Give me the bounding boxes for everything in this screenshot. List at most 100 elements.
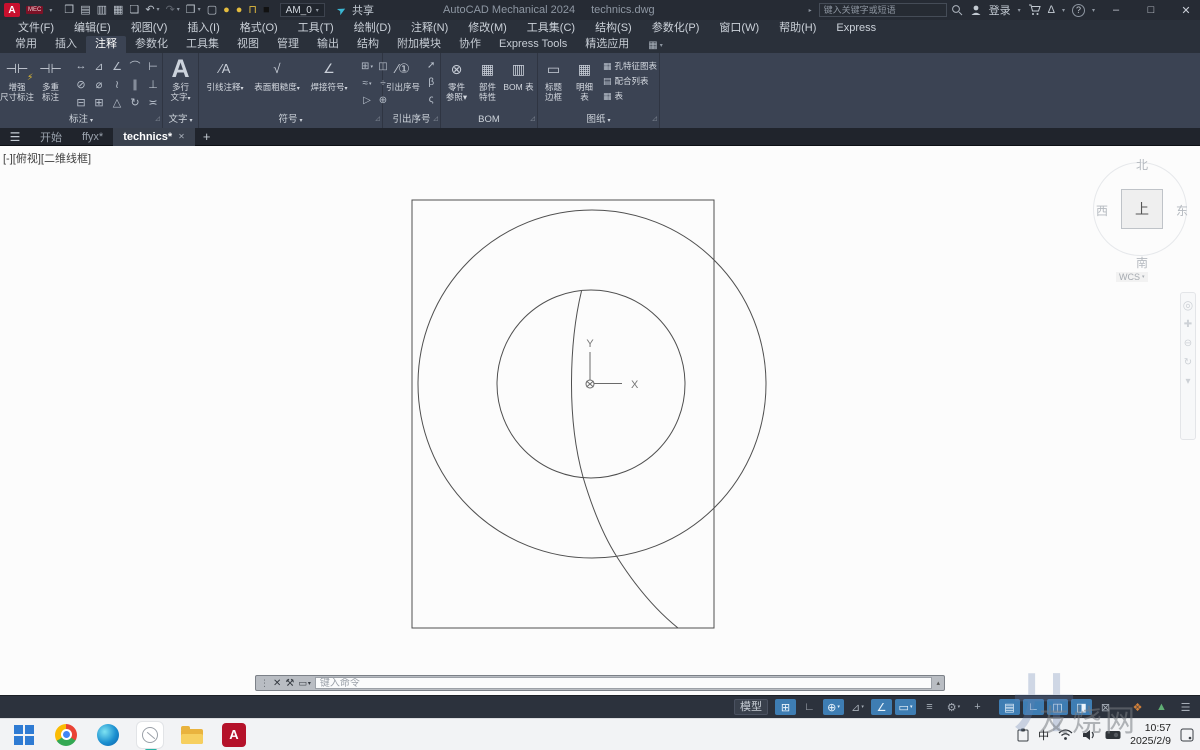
menu-item-6[interactable]: 工具(T): [288, 20, 344, 36]
file-tab-2[interactable]: ffyx*: [72, 128, 113, 146]
zoom-icon[interactable]: ⊖: [1184, 339, 1192, 349]
ribbon-tab-6[interactable]: 视图: [228, 36, 268, 53]
orbit-icon[interactable]: ↻: [1184, 358, 1192, 368]
chrome-icon[interactable]: [52, 721, 80, 749]
wifi-icon[interactable]: [1058, 729, 1073, 741]
perpendicular-dim-icon[interactable]: ⊥: [144, 75, 162, 93]
ribbon-tab-11[interactable]: 协作: [450, 36, 490, 53]
ordinate-dim-icon[interactable]: ⊢: [144, 57, 162, 75]
layer-on-bulb-icon[interactable]: ●: [223, 0, 230, 20]
search-input[interactable]: [819, 3, 947, 17]
slope-dim-icon[interactable]: △: [108, 93, 126, 111]
signin-caret-icon[interactable]: ▾: [1018, 7, 1021, 14]
panel-launcher-icon[interactable]: ◿: [530, 112, 535, 126]
datum-target-icon[interactable]: ▷: [359, 92, 375, 109]
leader-note-button[interactable]: ∕A引线注释▾: [199, 56, 251, 93]
collapse-arrow-icon[interactable]: ▸: [809, 7, 812, 14]
panel-launcher-icon[interactable]: ◿: [433, 112, 438, 126]
tab-close-icon[interactable]: ✕: [178, 132, 185, 141]
ribbon-tab-8[interactable]: 输出: [308, 36, 348, 53]
new-drawing-tab-button[interactable]: +: [203, 129, 211, 144]
break-dim-icon[interactable]: ⊟: [72, 93, 90, 111]
panel-footer-text[interactable]: 文字▾: [163, 113, 198, 128]
user-icon[interactable]: [970, 4, 982, 16]
command-line[interactable]: ⋮ ✕ ⚒ ▭ ▾ ▴: [255, 675, 945, 691]
fullscreen-menu-icon[interactable]: ☰: [1175, 699, 1196, 715]
restore-button[interactable]: □: [1137, 0, 1165, 20]
viewcube-north[interactable]: 北: [1090, 156, 1194, 173]
viewcube-south[interactable]: 南: [1090, 254, 1194, 271]
balloon-beta-icon[interactable]: β: [427, 75, 435, 89]
file-tabs-menu-icon[interactable]: ☰: [0, 130, 30, 144]
autodesk-app-icon[interactable]: Δ: [1048, 4, 1055, 16]
menu-item-13[interactable]: 窗口(W): [709, 20, 769, 36]
aligned-dim-icon[interactable]: ⊿: [90, 57, 108, 75]
diameter-dim-icon[interactable]: ⌀: [90, 75, 108, 93]
osnap-icon[interactable]: ⊕▾: [823, 699, 844, 715]
projector-icon[interactable]: [1105, 729, 1121, 741]
ribbon-tab-10[interactable]: 附加模块: [388, 36, 450, 53]
jogged-dim-icon[interactable]: ≀: [108, 75, 126, 93]
volume-icon[interactable]: [1082, 729, 1096, 741]
bom-table-button[interactable]: ▥BOM 表: [503, 56, 534, 102]
dynamic-input-icon[interactable]: ▭▾: [895, 699, 916, 715]
command-customize-icon[interactable]: ⚒: [285, 678, 294, 689]
print-preview-icon[interactable]: ❏: [129, 0, 139, 20]
recent-commands-icon[interactable]: ▭ ▾: [298, 678, 311, 689]
ribbon-tab-7[interactable]: 管理: [268, 36, 308, 53]
frame-rect[interactable]: [412, 200, 714, 628]
menu-item-10[interactable]: 工具集(C): [517, 20, 585, 36]
component-props-button[interactable]: ▦部件特性: [472, 56, 503, 102]
layer-unlock-icon[interactable]: ⊓: [248, 0, 257, 20]
file-tab-1[interactable]: 开始: [30, 128, 72, 146]
view-accent-icon[interactable]: ▲: [1151, 699, 1172, 715]
snap-mode-icon[interactable]: ⊞: [775, 699, 796, 715]
menu-item-5[interactable]: 格式(O): [230, 20, 288, 36]
inner-circle[interactable]: [497, 290, 685, 478]
panel-footer-dimension[interactable]: 标注▾ ◿: [0, 113, 162, 128]
ortho-icon[interactable]: ∟: [799, 699, 820, 715]
close-button[interactable]: ✕: [1172, 0, 1200, 20]
panel-footer-symbols[interactable]: 符号▾ ◿: [199, 113, 382, 128]
radius-dim-icon[interactable]: ⊘: [72, 75, 90, 93]
ucs-icon[interactable]: [586, 352, 622, 388]
fits-list-item[interactable]: ▤配合列表: [603, 75, 657, 87]
ribbon-tab-5[interactable]: 工具集: [177, 36, 228, 53]
save-icon[interactable]: ▤: [80, 0, 90, 20]
title-border-button[interactable]: ▭标题边框: [538, 56, 569, 102]
navigation-bar[interactable]: ◎✚⊖↻▾: [1180, 292, 1196, 440]
menu-item-7[interactable]: 绘制(D): [344, 20, 401, 36]
open-file-icon[interactable]: ❒: [64, 0, 74, 20]
cart-icon[interactable]: [1028, 4, 1041, 16]
command-input[interactable]: [315, 677, 933, 689]
minimize-button[interactable]: –: [1102, 0, 1130, 20]
search-icon[interactable]: [951, 4, 963, 16]
plot-icon[interactable]: ▦: [113, 0, 123, 20]
multiple-dimension-button[interactable]: ⊣⊢ 多重 标注: [35, 56, 66, 102]
equal-dim-icon[interactable]: ≍: [144, 93, 162, 111]
menu-item-3[interactable]: 视图(V): [121, 20, 178, 36]
app-accent-icon[interactable]: ❖: [1127, 699, 1148, 715]
menu-item-14[interactable]: 帮助(H): [769, 20, 826, 36]
settings-gear-icon[interactable]: ⚙▾: [943, 699, 964, 715]
model-space-button[interactable]: 模型: [734, 699, 768, 715]
linear-dim-icon[interactable]: ↔: [72, 57, 90, 75]
help-icon[interactable]: ?: [1072, 4, 1085, 17]
viewcube-west[interactable]: 西: [1096, 202, 1108, 219]
balloon-recount-icon[interactable]: ➚: [427, 58, 435, 72]
taskbar-clock[interactable]: 10:57 2025/2/9: [1130, 722, 1171, 747]
menu-item-15[interactable]: Express: [826, 20, 886, 36]
otrack-icon[interactable]: ∠: [871, 699, 892, 715]
layer-combo[interactable]: AM_0 ▾: [280, 3, 325, 17]
annotation-monitor-icon[interactable]: ◫: [1047, 699, 1068, 715]
menu-item-4[interactable]: 插入(I): [177, 20, 229, 36]
power-dimension-button[interactable]: ⊣⊢ ⚡ 增强 尺寸标注: [1, 56, 33, 102]
panel-launcher-icon[interactable]: ◿: [155, 112, 160, 126]
drawing-canvas[interactable]: [-][俯视][二维线框] Y X 北 西 上 东: [0, 146, 1200, 695]
units-icon[interactable]: ⊠: [1095, 699, 1116, 715]
file-explorer-icon[interactable]: [178, 721, 206, 749]
viewcube-top-face[interactable]: 上: [1121, 189, 1163, 229]
clipboard-tray-icon[interactable]: [1017, 728, 1029, 742]
surface-texture-button[interactable]: √表面粗糙度▾: [251, 56, 303, 93]
notification-icon[interactable]: [1180, 728, 1194, 742]
